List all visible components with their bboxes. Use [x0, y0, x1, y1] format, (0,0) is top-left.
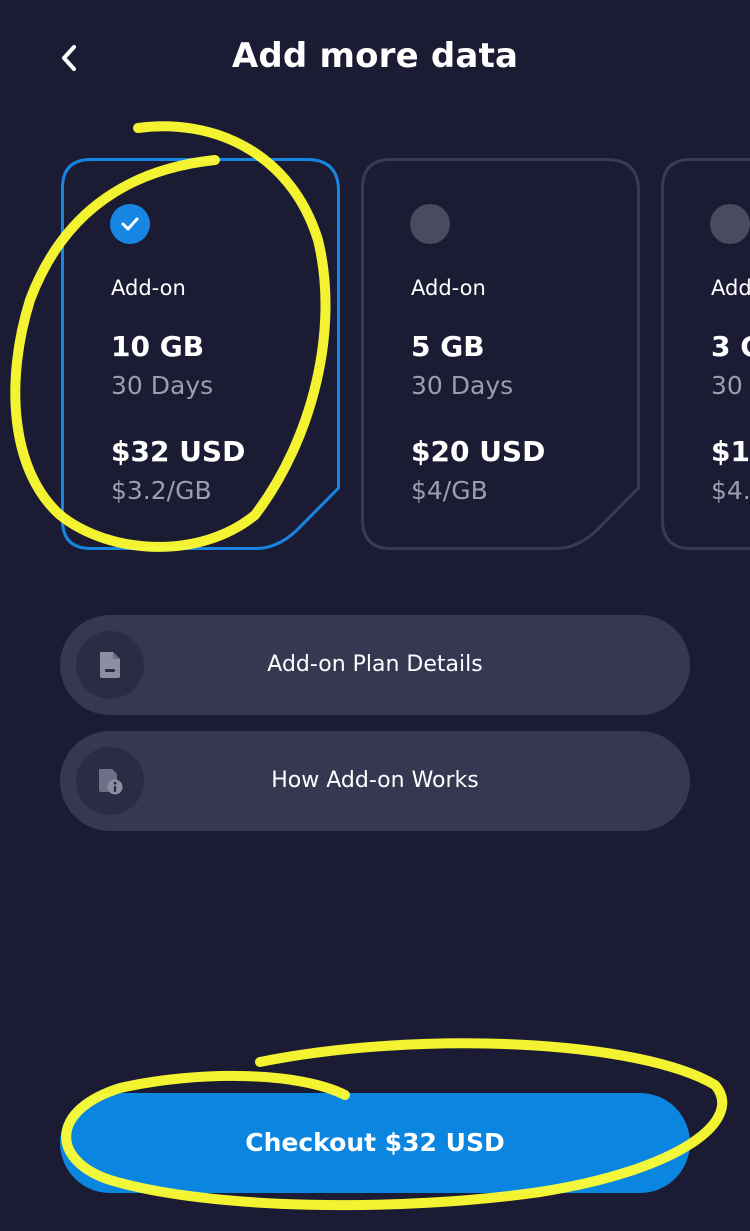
- how-it-works-label: How Add-on Works: [271, 768, 479, 793]
- plan-duration: 30 Days: [111, 371, 214, 400]
- plan-unit-price: $4/GB: [411, 476, 488, 505]
- plan-duration: 30 Days: [711, 371, 750, 400]
- header: Add more data: [0, 0, 750, 120]
- plan-duration: 30 Days: [411, 371, 514, 400]
- plan-size: 10 GB: [111, 330, 205, 363]
- plan-price: $32 USD: [111, 435, 246, 468]
- page-title: Add more data: [231, 36, 519, 76]
- plan-unit-price: $4.: [711, 476, 750, 505]
- check-icon: [121, 217, 139, 231]
- plan-radio[interactable]: [710, 204, 750, 244]
- plan-card-3gb[interactable]: Add-on 3 GB 30 Days $14 USD $4.: [661, 158, 750, 550]
- plan-type: Add-on: [111, 276, 186, 300]
- plan-type: Add-on: [711, 276, 750, 300]
- plan-details-label: Add-on Plan Details: [267, 652, 483, 677]
- plan-radio[interactable]: [410, 204, 450, 244]
- plan-radio-selected[interactable]: [110, 204, 150, 244]
- plan-details-button[interactable]: Add-on Plan Details: [60, 615, 690, 715]
- how-addon-works-button[interactable]: How Add-on Works: [60, 731, 690, 831]
- plan-card-10gb[interactable]: Add-on 10 GB 30 Days $32 USD $3.2/GB: [61, 158, 341, 550]
- plan-price: $14 USD: [711, 435, 750, 468]
- plan-card-5gb[interactable]: Add-on 5 GB 30 Days $20 USD $4/GB: [361, 158, 641, 550]
- plan-carousel[interactable]: Add-on 10 GB 30 Days $32 USD $3.2/GB Add…: [0, 158, 750, 553]
- plan-type: Add-on: [411, 276, 486, 300]
- plan-price: $20 USD: [411, 435, 546, 468]
- checkout-button[interactable]: Checkout $32 USD: [60, 1093, 690, 1193]
- card-outline: [361, 158, 640, 550]
- plan-unit-price: $3.2/GB: [111, 476, 212, 505]
- checkout-label: Checkout $32 USD: [245, 1128, 505, 1157]
- plan-size: 5 GB: [411, 330, 485, 363]
- plan-size: 3 GB: [711, 330, 750, 363]
